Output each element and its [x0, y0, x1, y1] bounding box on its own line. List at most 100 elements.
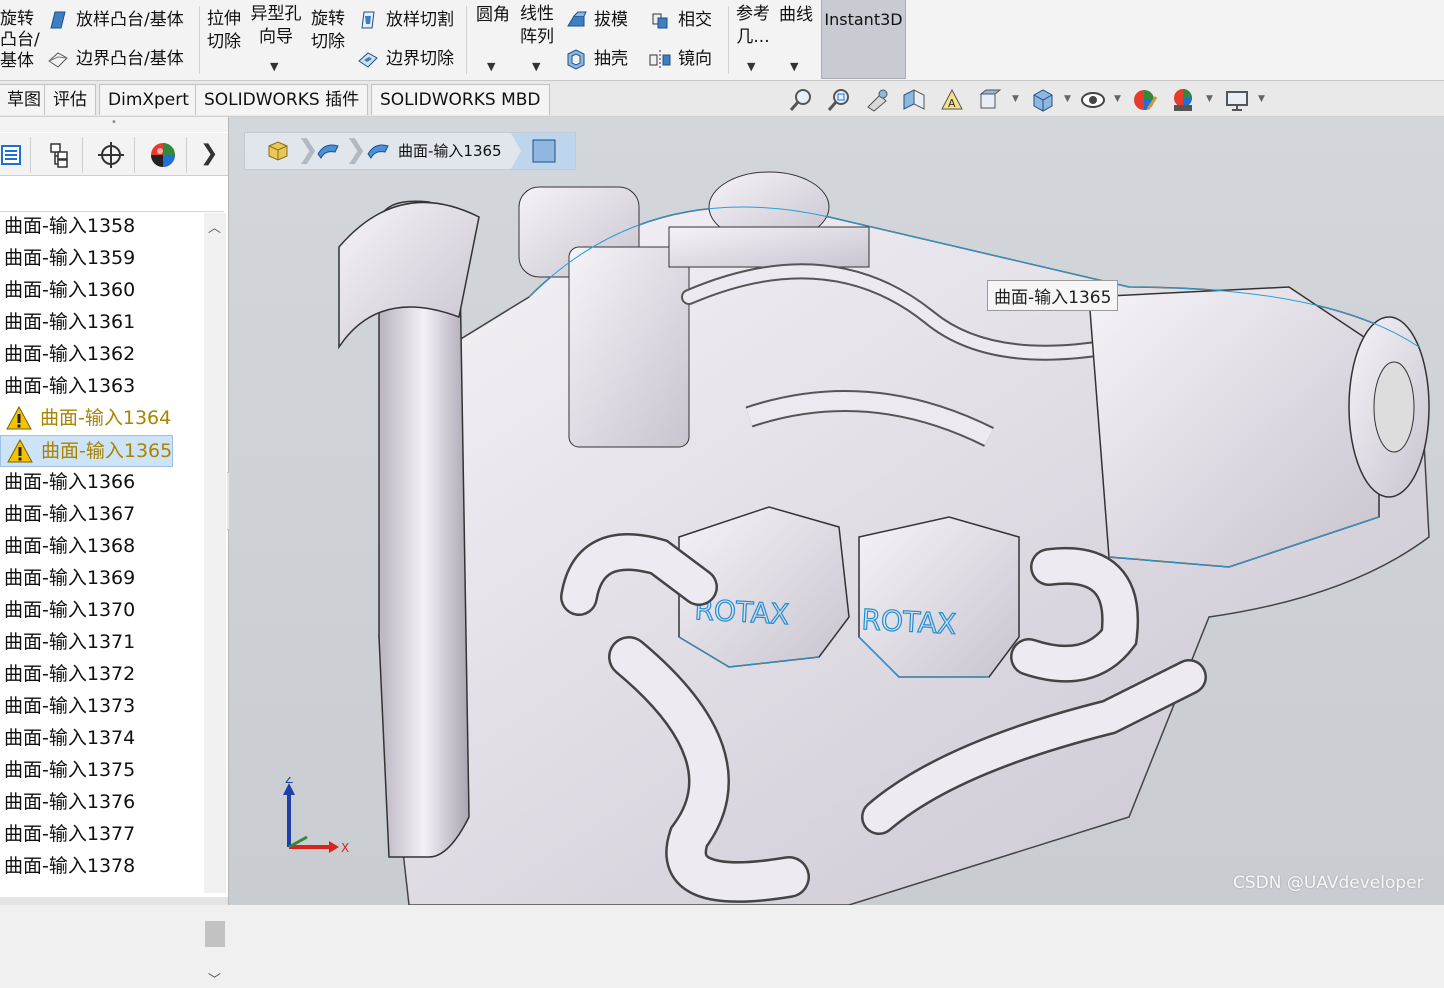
- tree-item[interactable]: 曲面-输入1374: [0, 723, 135, 753]
- tree-filter-field[interactable]: [0, 177, 224, 212]
- part-icon[interactable]: [265, 138, 291, 164]
- tab-evaluate[interactable]: 评估: [44, 84, 96, 115]
- triad-z-label: Z: [285, 777, 293, 786]
- tree-item[interactable]: 曲面-输入1371: [0, 627, 135, 657]
- reference-geometry-button[interactable]: 参考 几...: [734, 3, 772, 49]
- tree-item[interactable]: 曲面-输入1369: [0, 563, 135, 593]
- tree-item[interactable]: 曲面-输入1359: [0, 243, 135, 273]
- watermark: CSDN @UAVdeveloper: [1233, 873, 1424, 893]
- tree-item[interactable]: 曲面-输入1372: [0, 659, 135, 689]
- tree-item[interactable]: 曲面-输入1366: [0, 467, 135, 497]
- mirror-icon: [648, 47, 672, 71]
- linear-pattern-dropdown-icon[interactable]: ▼: [532, 60, 540, 73]
- tree-item[interactable]: 曲面-输入1367: [0, 499, 135, 529]
- view-orientation-icon[interactable]: [976, 87, 1002, 113]
- linear-pattern-button[interactable]: 线性 阵列: [518, 3, 556, 49]
- tree-item[interactable]: 曲面-输入1373: [0, 691, 135, 721]
- boundary-cut-button[interactable]: 边界切除: [356, 47, 454, 71]
- hole-wizard-button[interactable]: 异型孔 向导: [248, 3, 304, 49]
- panel-drag-handle[interactable]: •: [0, 117, 228, 132]
- display-manager-icon: [140, 140, 186, 170]
- view-settings-dropdown-icon[interactable]: ▼: [1258, 94, 1265, 104]
- apply-scene-dropdown-icon[interactable]: ▼: [1206, 94, 1213, 104]
- tree-item-label: 曲面-输入1362: [4, 343, 136, 365]
- revolve-boss-label-3: 基体: [0, 51, 34, 71]
- hole-wizard-dropdown-icon[interactable]: ▼: [270, 60, 278, 73]
- graphics-viewport[interactable]: ROTAX ROTAX ❯ ❯ 曲面-输入1365 曲面-输入1365 Z X …: [229, 117, 1444, 905]
- tree-item[interactable]: 曲面-输入1377: [0, 819, 135, 849]
- loft-cut-label: 放样切割: [386, 10, 454, 30]
- surface-import-icon[interactable]: [315, 138, 341, 164]
- tree-item-label: 曲面-输入1370: [4, 599, 136, 621]
- scroll-thumb[interactable]: [205, 921, 225, 947]
- tree-scrollbar[interactable]: ︿ ﹀: [204, 213, 226, 988]
- tab-sketch[interactable]: 草图: [0, 84, 50, 115]
- tree-item-label: 曲面-输入1359: [4, 247, 136, 269]
- display-manager-tab[interactable]: [140, 137, 187, 173]
- boundary-boss-button[interactable]: 边界凸台/基体: [46, 47, 184, 71]
- tab-solidworks-mbd[interactable]: SOLIDWORKS MBD: [371, 84, 550, 115]
- loft-cut-button[interactable]: 放样切割: [356, 8, 454, 32]
- configuration-manager-tab[interactable]: [88, 137, 135, 173]
- surface-icon[interactable]: [365, 138, 391, 164]
- edit-appearance-icon[interactable]: [1132, 87, 1158, 113]
- rotax-brand-text-2: ROTAX: [861, 603, 957, 641]
- engine-model[interactable]: ROTAX ROTAX: [229, 117, 1444, 905]
- tree-item[interactable]: 曲面-输入1364: [0, 403, 171, 433]
- hide-show-dropdown-icon[interactable]: ▼: [1114, 94, 1121, 104]
- breadcrumb-current[interactable]: 曲面-输入1365: [398, 133, 502, 169]
- tab-solidworks-addins[interactable]: SOLIDWORKS 插件: [195, 84, 369, 115]
- tree-item-label: 曲面-输入1363: [4, 375, 136, 397]
- panel-bottom-bar: [0, 897, 228, 905]
- tree-item[interactable]: 曲面-输入1376: [0, 787, 135, 817]
- revolve-cut-button[interactable]: 旋转 切除: [308, 8, 348, 54]
- section-view-icon[interactable]: [901, 87, 927, 113]
- more-tabs-chevron-icon[interactable]: ❯: [200, 141, 218, 166]
- dynamic-annotation-icon[interactable]: A: [939, 87, 965, 113]
- view-settings-icon[interactable]: [1224, 87, 1250, 113]
- fillet-dropdown-icon[interactable]: ▼: [487, 60, 495, 73]
- zoom-to-fit-icon[interactable]: [788, 87, 814, 113]
- tree-item[interactable]: 曲面-输入1365: [0, 435, 174, 467]
- instant3d-button[interactable]: Instant3D: [821, 0, 906, 79]
- extrude-cut-button[interactable]: 拉伸 切除: [204, 8, 244, 54]
- tree-item[interactable]: 曲面-输入1378: [0, 851, 135, 881]
- tab-dimxpert[interactable]: DimXpert: [99, 84, 198, 115]
- draft-button[interactable]: 拔模: [564, 8, 628, 32]
- hide-show-icon[interactable]: [1080, 87, 1106, 113]
- breadcrumb-face-selector[interactable]: [511, 133, 575, 169]
- zoom-area-icon[interactable]: [826, 87, 852, 113]
- revolve-boss-button[interactable]: 旋转 凸台/ 基体: [0, 8, 40, 73]
- tree-item-label: 曲面-输入1375: [4, 759, 136, 781]
- display-style-icon[interactable]: [1030, 87, 1056, 113]
- scroll-down-icon[interactable]: ﹀: [208, 969, 221, 988]
- tree-item[interactable]: 曲面-输入1361: [0, 307, 135, 337]
- tree-item[interactable]: 曲面-输入1368: [0, 531, 135, 561]
- display-style-dropdown-icon[interactable]: ▼: [1064, 94, 1071, 104]
- tree-item[interactable]: 曲面-输入1362: [0, 339, 135, 369]
- fillet-button[interactable]: 圆角: [476, 3, 510, 27]
- panel-tabs: ❯: [0, 133, 228, 176]
- curves-button[interactable]: 曲线: [779, 3, 813, 27]
- previous-view-icon[interactable]: [864, 87, 890, 113]
- shell-button[interactable]: 抽壳: [564, 47, 628, 71]
- intersect-button[interactable]: 相交: [648, 8, 712, 32]
- scroll-up-icon[interactable]: ︿: [208, 217, 221, 236]
- tree-item[interactable]: 曲面-输入1370: [0, 595, 135, 625]
- hole-wizard-label-2: 向导: [259, 27, 293, 47]
- curves-label: 曲线: [779, 5, 813, 25]
- revolve-cut-label-2: 切除: [311, 32, 345, 52]
- tree-item[interactable]: 曲面-输入1360: [0, 275, 135, 305]
- loft-boss-button[interactable]: 放样凸台/基体: [46, 8, 184, 32]
- apply-scene-icon[interactable]: [1170, 87, 1196, 113]
- feature-manager-tab[interactable]: [0, 137, 31, 173]
- reference-geometry-dropdown-icon[interactable]: ▼: [747, 60, 755, 73]
- mirror-button[interactable]: 镜向: [648, 47, 712, 71]
- property-manager-tab[interactable]: [36, 137, 83, 173]
- tree-item[interactable]: 曲面-输入1363: [0, 371, 135, 401]
- view-orientation-dropdown-icon[interactable]: ▼: [1012, 94, 1019, 104]
- tree-item[interactable]: 曲面-输入1358: [0, 213, 135, 241]
- tree-item[interactable]: 曲面-输入1375: [0, 755, 135, 785]
- tree-item-label: 曲面-输入1377: [4, 823, 136, 845]
- curves-dropdown-icon[interactable]: ▼: [790, 60, 798, 73]
